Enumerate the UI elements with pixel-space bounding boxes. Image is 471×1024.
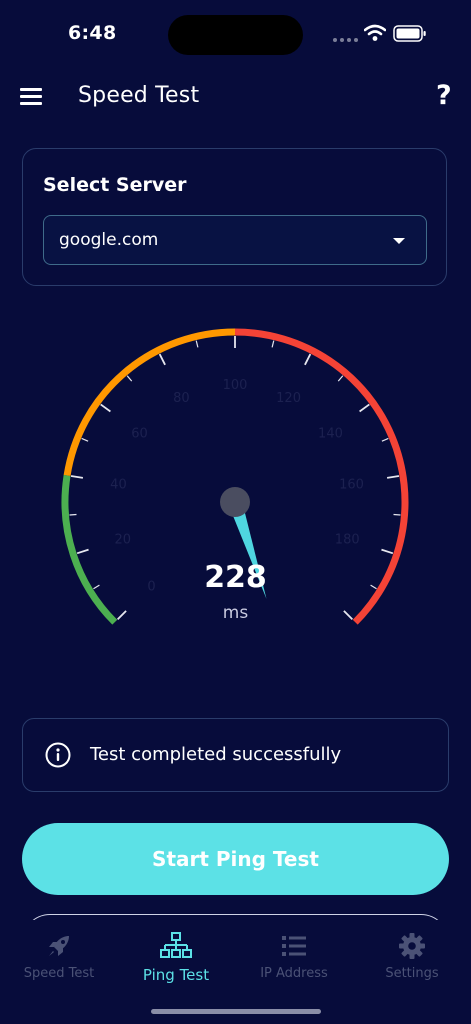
cellular-signal-icon xyxy=(333,38,358,42)
server-dropdown-value: google.com xyxy=(59,230,159,250)
dynamic-island xyxy=(168,15,303,55)
nav-label-settings: Settings xyxy=(385,966,439,981)
status-bar-time: 6:48 xyxy=(68,22,117,44)
gauge-tick-label: 60 xyxy=(131,427,148,442)
nav-item-ping-test[interactable]: Ping Test xyxy=(121,932,231,984)
gauge-tick xyxy=(81,437,89,442)
nav-item-ip-address[interactable]: IP Address xyxy=(239,932,349,981)
gauge-tick-label: 20 xyxy=(115,532,132,547)
battery-icon xyxy=(393,25,426,42)
gauge-tick xyxy=(359,403,370,413)
rocket-icon xyxy=(49,936,69,956)
gauge-tick-label: 100 xyxy=(223,378,248,393)
gauge-tick xyxy=(337,375,344,382)
network-icon xyxy=(160,932,192,958)
info-icon xyxy=(45,742,71,768)
chevron-down-icon[interactable] xyxy=(393,238,405,244)
nav-label-ping-test: Ping Test xyxy=(142,966,210,984)
gauge-hub xyxy=(220,487,250,517)
gauge-tick xyxy=(69,513,77,516)
gauge-tick xyxy=(158,353,166,366)
gauge-tick xyxy=(271,340,275,348)
gauge-tick xyxy=(381,437,389,442)
gauge-tick xyxy=(304,353,312,366)
gauge-tick xyxy=(393,513,401,516)
list-icon xyxy=(282,936,306,956)
ping-gauge: 020406080100120140160180 xyxy=(61,328,409,625)
gauge-arc-orange xyxy=(63,328,236,476)
gauge-arc-green xyxy=(61,474,118,625)
gear-icon xyxy=(399,933,425,959)
gauge-tick xyxy=(70,475,84,479)
gauge-tick-label: 160 xyxy=(339,478,364,493)
home-indicator xyxy=(151,1009,321,1014)
server-card-title: Select Server xyxy=(43,174,187,196)
nav-item-settings[interactable]: Settings xyxy=(357,932,467,981)
wifi-icon xyxy=(364,24,386,41)
status-message: Test completed successfully xyxy=(90,744,342,765)
gauge-tick-label: 120 xyxy=(276,391,301,406)
gauge-tick xyxy=(386,475,400,479)
gauge-unit: ms xyxy=(222,603,249,623)
nav-label-speed-test: Speed Test xyxy=(23,966,95,981)
gauge-value: 228 xyxy=(204,560,267,595)
gauge-tick-label: 80 xyxy=(173,391,190,406)
gauge-tick xyxy=(381,548,394,555)
gauge-tick-label: 180 xyxy=(335,532,360,547)
gauge-tick xyxy=(100,403,111,413)
help-button[interactable]: ? xyxy=(436,80,452,111)
start-ping-test-label: Start Ping Test xyxy=(152,847,319,871)
gauge-tick xyxy=(126,375,133,382)
start-ping-test-button[interactable]: Start Ping Test xyxy=(22,823,449,895)
gauge-tick-label: 40 xyxy=(110,478,127,493)
gauge-tick xyxy=(195,340,199,348)
nav-label-ip-address: IP Address xyxy=(260,966,328,981)
gauge-tick xyxy=(76,548,89,555)
gauge-tick-label: 140 xyxy=(318,427,343,442)
nav-item-speed-test[interactable]: Speed Test xyxy=(4,932,114,981)
menu-icon[interactable] xyxy=(20,88,42,106)
page-title: Speed Test xyxy=(78,83,200,108)
